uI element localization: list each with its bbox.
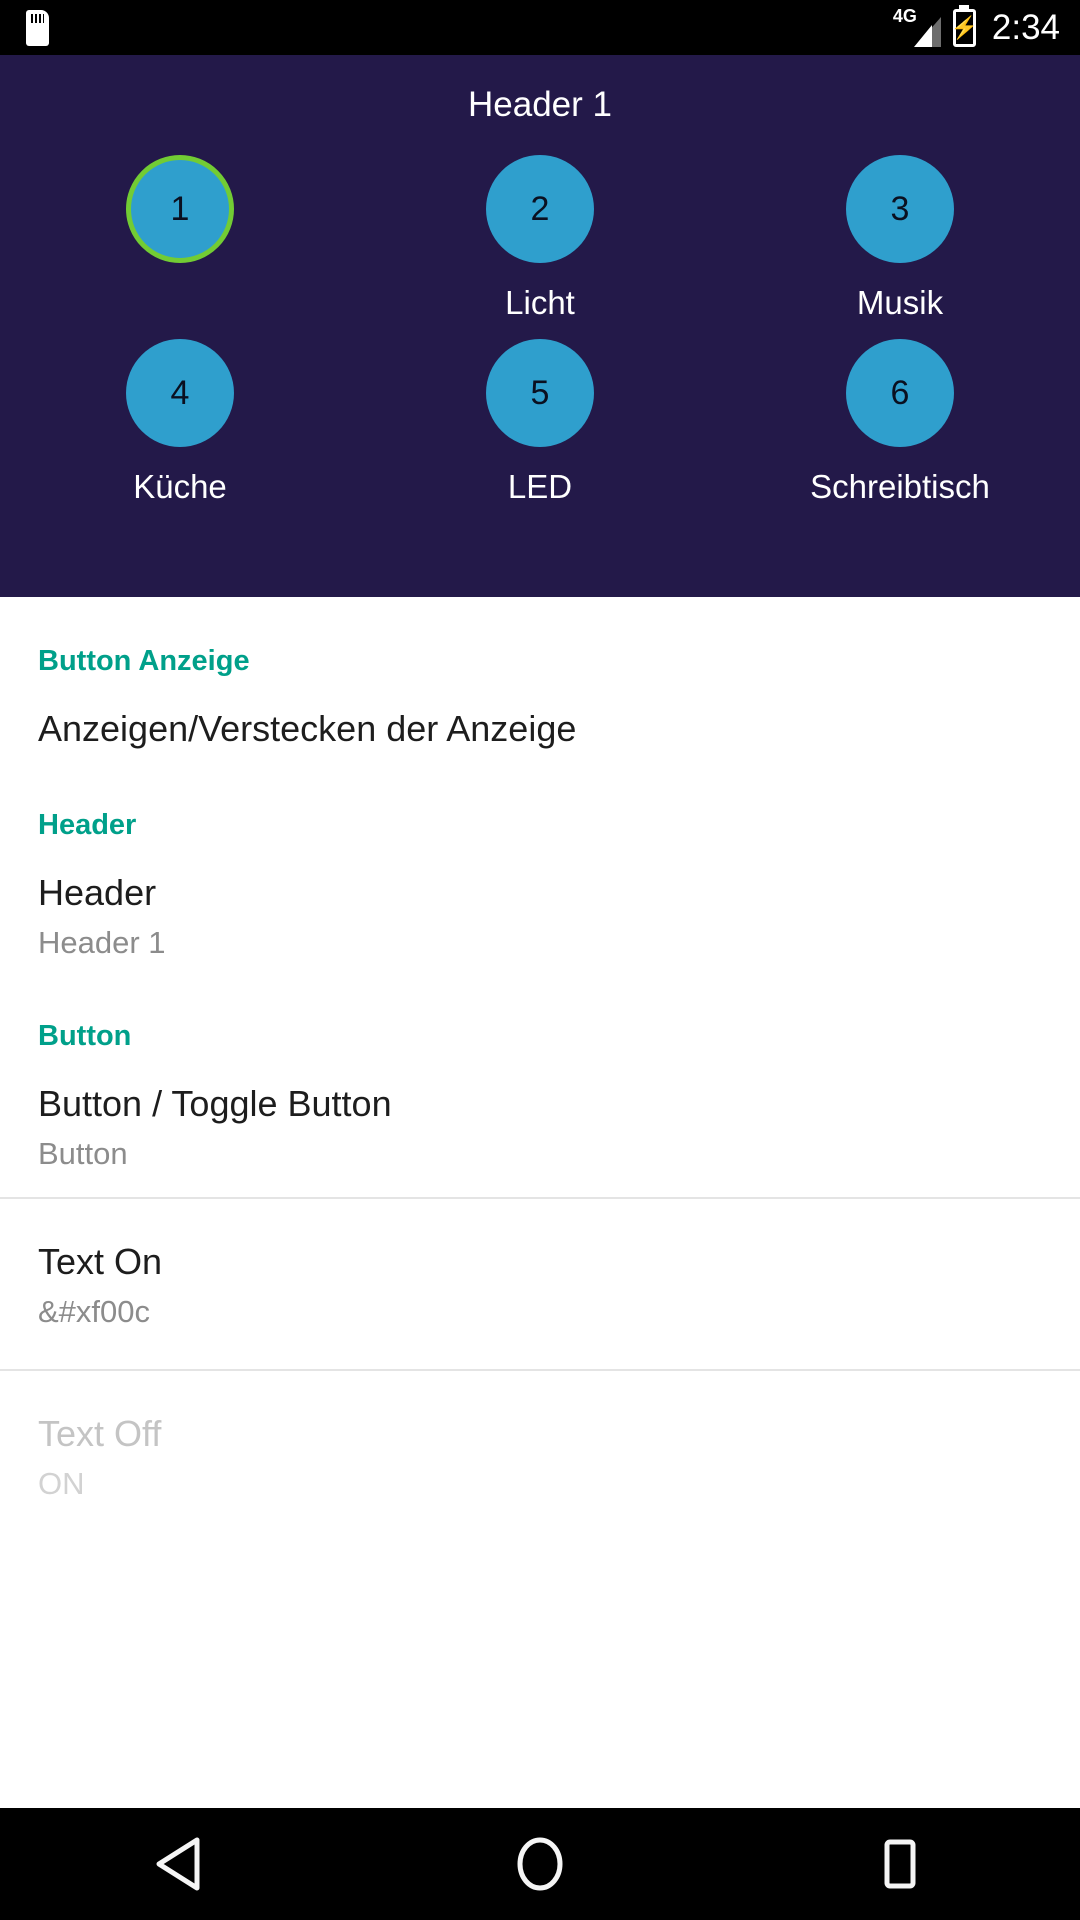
preference-item-header[interactable]: Header Header 1 (0, 842, 1080, 986)
app-root: 4G ⚡ 2:34 Header 1 1 2 Licht 3 Musik 4 K… (0, 0, 1080, 1920)
preference-item-text-on[interactable]: Text On &#xf00c (0, 1197, 1080, 1369)
circle-button-6[interactable]: 6 (846, 339, 954, 447)
circle-button-cell: 2 Licht (360, 155, 720, 325)
battery-bolt-glyph: ⚡ (950, 14, 979, 40)
preference-category-button-anzeige: Button Anzeige (38, 645, 250, 677)
preference-item-anzeige-toggle[interactable]: Anzeigen/Verstecken der Anzeige (0, 678, 1080, 775)
preference-title: Header (38, 872, 157, 914)
recents-icon (884, 1839, 916, 1889)
preference-summary: Button (38, 1135, 128, 1171)
status-bar-clock: 2:34 (991, 7, 1060, 47)
preference-title: Anzeigen/Verstecken der Anzeige (38, 708, 577, 749)
circle-button-1[interactable]: 1 (126, 155, 234, 263)
back-icon (156, 1837, 200, 1891)
circle-button-label-3: Musik (856, 284, 944, 321)
sdcard-icon (26, 9, 49, 46)
circle-button-2[interactable]: 2 (486, 155, 594, 263)
preference-title: Button / Toggle Button (38, 1083, 392, 1125)
circle-button-5[interactable]: 5 (486, 339, 594, 447)
circle-button-label-2: Licht (505, 284, 575, 321)
preference-title: Text Off (38, 1413, 162, 1455)
signal-bars-icon: 4G (892, 5, 941, 47)
circle-button-label-4: Küche (133, 468, 227, 505)
status-bar-left (26, 9, 49, 46)
preference-summary: ON (38, 1465, 85, 1501)
preference-summary: Header 1 (38, 924, 166, 960)
circle-button-cell: 3 Musik (720, 155, 1080, 325)
circle-button-cell: 1 (0, 155, 360, 325)
circle-button-label-6: Schreibtisch (810, 468, 990, 505)
signal-triangle-active (913, 24, 932, 47)
circle-button-4[interactable]: 4 (126, 339, 234, 447)
circle-button-label-5: LED (507, 468, 573, 505)
preference-title: Text On (38, 1241, 163, 1283)
preference-item-button-toggle[interactable]: Button / Toggle Button Button (0, 1053, 1080, 1197)
header-panel: Header 1 1 2 Licht 3 Musik 4 Küche 5 LED (0, 55, 1080, 597)
home-icon (517, 1837, 563, 1891)
nav-back-button[interactable] (105, 1808, 255, 1920)
network-type-label: 4G (892, 5, 917, 26)
android-nav-bar (0, 1808, 1080, 1920)
nav-recents-button[interactable] (825, 1808, 975, 1920)
circle-button-cell: 5 LED (360, 339, 720, 509)
circle-button-3[interactable]: 3 (846, 155, 954, 263)
preference-item-text-off: Text Off ON (0, 1369, 1080, 1541)
circle-button-cell: 4 Küche (0, 339, 360, 509)
circle-button-cell: 6 Schreibtisch (720, 339, 1080, 509)
preference-summary: &#xf00c (38, 1293, 151, 1329)
preference-category-header: Header (38, 809, 137, 842)
preference-list: Button Anzeige Anzeigen/Verstecken der A… (0, 597, 1080, 1808)
status-bar-right: 4G ⚡ 2:34 (892, 5, 1060, 48)
status-bar: 4G ⚡ 2:34 (0, 0, 1080, 55)
nav-home-button[interactable] (465, 1808, 615, 1920)
preference-category-button: Button (38, 1020, 132, 1053)
circle-button-grid: 1 2 Licht 3 Musik 4 Küche 5 LED 6 Schrei… (0, 155, 1080, 509)
battery-charging-icon: ⚡ (950, 8, 979, 47)
panel-title: Header 1 (468, 85, 612, 124)
